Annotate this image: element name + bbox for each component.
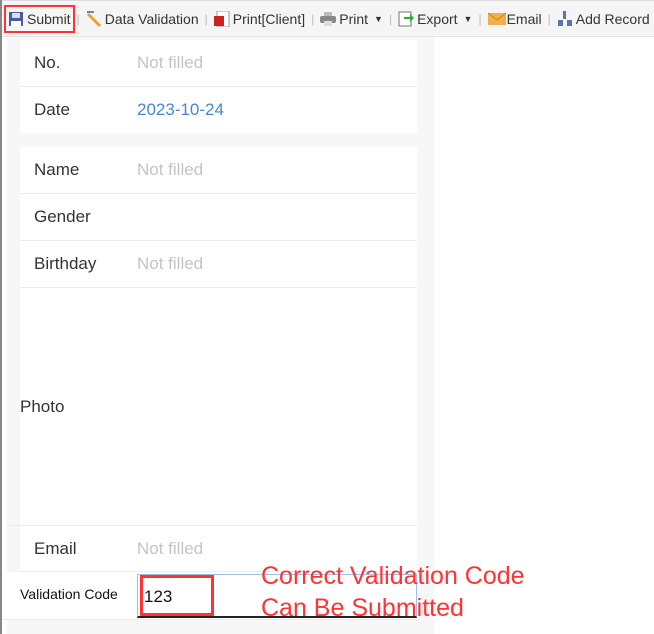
pdf-print-icon	[213, 10, 230, 27]
print-label: Print	[339, 10, 369, 27]
export-icon	[398, 11, 415, 27]
field-label: Name	[34, 160, 80, 179]
validation-code-label: Validation Code	[20, 586, 118, 602]
export-button[interactable]: Export ▼	[396, 7, 474, 31]
toolbar: Submit | Data Validation | Print[Client]…	[2, 0, 654, 37]
export-label: Export	[417, 10, 458, 27]
field-label: No.	[34, 53, 61, 72]
add-record-icon	[557, 10, 573, 27]
field-photo[interactable]: Photo	[6, 288, 417, 526]
envelope-icon	[487, 11, 506, 27]
submit-button[interactable]: Submit	[4, 4, 75, 33]
email-button[interactable]: Email	[486, 7, 544, 31]
email-label: Email	[506, 10, 542, 27]
field-label: Email	[34, 538, 77, 558]
field-value: Not filled	[137, 53, 204, 72]
print-button[interactable]: Print ▼	[318, 7, 385, 31]
annotation-line: Correct Validation Code	[261, 562, 525, 590]
field-name[interactable]: Name Not filled	[20, 147, 417, 194]
pencil-icon	[86, 10, 102, 27]
chevron-down-icon: ▼	[463, 13, 473, 24]
field-label: Photo	[20, 396, 65, 416]
save-icon	[8, 11, 24, 27]
highlight-box	[140, 575, 214, 616]
field-value: Not filled	[137, 254, 204, 273]
annotation: Correct Validation Code Can Be Submitted	[261, 560, 525, 624]
field-value: Not filled	[137, 538, 204, 558]
submit-label: Submit	[27, 10, 71, 27]
field-gender[interactable]: Gender	[20, 194, 417, 241]
data-validation-label: Data Validation	[104, 10, 199, 27]
chevron-down-icon: ▼	[374, 13, 383, 24]
details-section: Name Not filled Gender Birthday Not filled…	[6, 147, 417, 572]
field-label: Gender	[34, 207, 91, 226]
add-record-label: Add Record	[575, 10, 650, 27]
field-label: Birthday	[34, 254, 97, 273]
field-date[interactable]: Date 2023-10-24	[20, 87, 417, 133]
field-value: Not filled	[137, 160, 204, 179]
add-record-button[interactable]: Add Record	[555, 7, 652, 31]
print-client-button[interactable]: Print[Client]	[212, 7, 307, 31]
data-validation-button[interactable]: Data Validation	[84, 7, 201, 31]
annotation-line: Can Be Submitted	[261, 594, 464, 622]
header-section: No. Not filled Date 2023-10-24	[20, 40, 417, 133]
field-value: 2023-10-24	[137, 100, 224, 119]
field-label: Date	[34, 100, 70, 119]
field-birthday[interactable]: Birthday Not filled	[20, 241, 417, 288]
field-no[interactable]: No. Not filled	[20, 40, 417, 87]
print-client-label: Print[Client]	[232, 10, 306, 27]
printer-icon	[320, 11, 337, 27]
